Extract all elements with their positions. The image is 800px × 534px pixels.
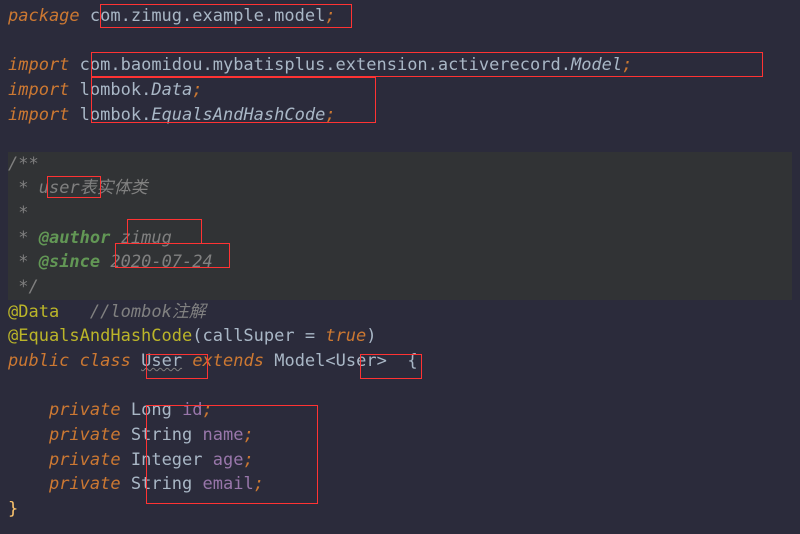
javadoc-tag-author: @author — [39, 228, 111, 248]
import-line: import com.baomidou.mybatisplus.extensio… — [8, 53, 792, 78]
field-name: age — [213, 450, 244, 470]
keyword-class: class — [80, 351, 131, 371]
annotation-ehc: @EqualsAndHashCode(callSuper = true) — [8, 324, 792, 349]
class-declaration: public class User extends Model<User> { — [8, 349, 792, 374]
field-name: id — [182, 400, 202, 420]
semicolon: ; — [192, 80, 202, 100]
class-name: User — [141, 351, 182, 371]
class-close: } — [8, 497, 792, 522]
keyword-private: private — [49, 474, 121, 494]
generic-type: User — [336, 351, 377, 371]
code-editor[interactable]: package com.zimug.example.model; import … — [0, 0, 800, 525]
javadoc-desc: * user表实体类 — [8, 176, 792, 201]
param-name: callSuper — [202, 326, 294, 346]
javadoc-entity: user — [39, 178, 80, 198]
semicolon: ; — [325, 105, 335, 125]
keyword-public: public — [8, 351, 69, 371]
super-type: Model — [274, 351, 325, 371]
lombok-comment: //lombok注解 — [90, 302, 206, 322]
semicolon: ; — [622, 55, 632, 75]
annotation-ehc-text: @EqualsAndHashCode — [8, 326, 192, 346]
blank-line — [8, 374, 792, 399]
keyword-private: private — [49, 425, 121, 445]
field-line: private String email; — [8, 472, 792, 497]
import-name: lombok.Data — [80, 80, 193, 100]
blank-line — [8, 29, 792, 54]
field-line: private Long id; — [8, 398, 792, 423]
field-line: private Integer age; — [8, 448, 792, 473]
field-type: Long — [131, 400, 172, 420]
javadoc-close: */ — [8, 275, 792, 300]
package-line: package com.zimug.example.model; — [8, 4, 792, 29]
import-name: lombok.EqualsAndHashCode — [80, 105, 326, 125]
blank-line — [8, 127, 792, 152]
keyword-extends: extends — [192, 351, 264, 371]
field-type: String — [131, 474, 192, 494]
semicolon: ; — [325, 6, 335, 26]
javadoc-tag-since: @since — [39, 252, 100, 272]
javadoc-author: * @author zimug — [8, 226, 792, 251]
true-value: true — [325, 326, 366, 346]
annotation-data-text: @Data — [8, 302, 59, 322]
javadoc-since-value: 2020-07-24 — [110, 252, 212, 272]
keyword-import: import — [8, 80, 69, 100]
keyword-private: private — [49, 400, 121, 420]
field-type: String — [131, 425, 192, 445]
field-name: name — [203, 425, 244, 445]
javadoc-blank: * — [8, 201, 792, 226]
keyword-private: private — [49, 450, 121, 470]
javadoc-author-value: zimug — [121, 228, 182, 248]
import-name: com.baomidou.mybatisplus.extension.activ… — [80, 55, 622, 75]
field-type: Integer — [131, 450, 203, 470]
javadoc-open: /** — [8, 152, 792, 177]
import-line: import lombok.EqualsAndHashCode; — [8, 103, 792, 128]
package-name: com.zimug.example.model — [90, 6, 325, 26]
keyword-import: import — [8, 105, 69, 125]
keyword-import: import — [8, 55, 69, 75]
javadoc-since: * @since 2020-07-24 — [8, 250, 792, 275]
keyword-package: package — [8, 6, 80, 26]
import-line: import lombok.Data; — [8, 78, 792, 103]
annotation-data: @Data //lombok注解 — [8, 300, 792, 325]
field-line: private String name; — [8, 423, 792, 448]
field-name: email — [203, 474, 254, 494]
